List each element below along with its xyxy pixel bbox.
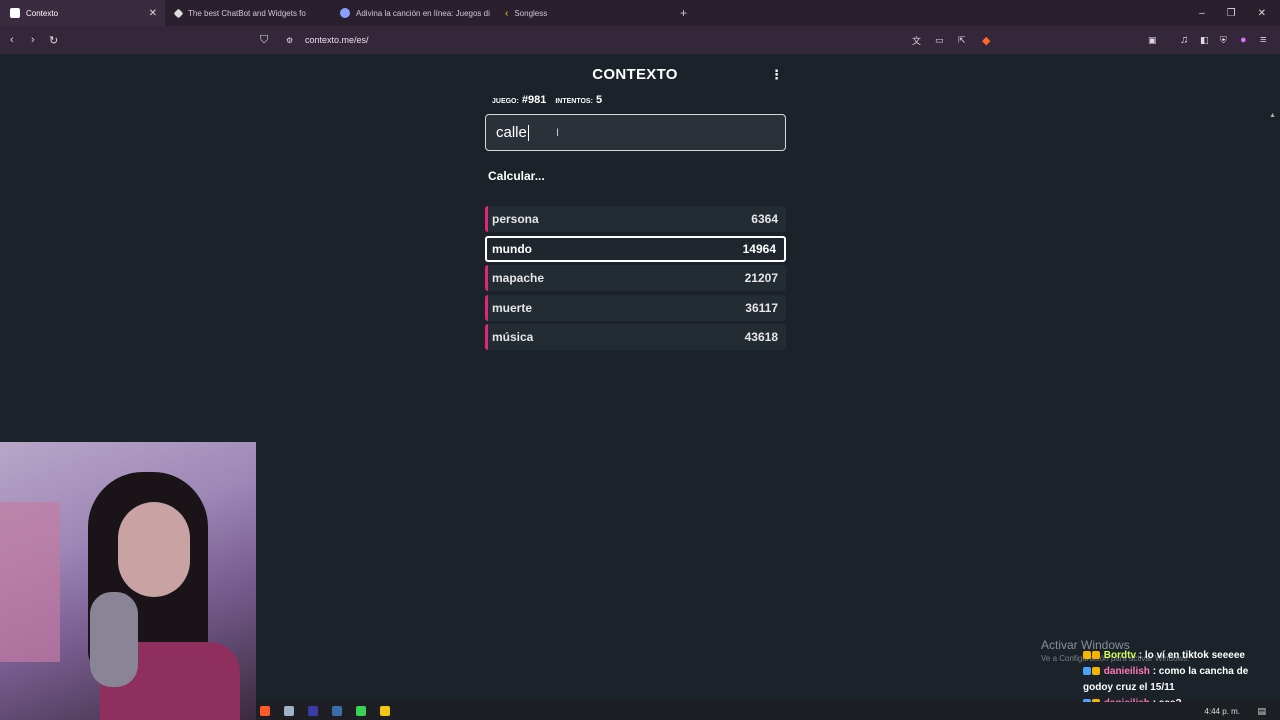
game-number: #981	[521, 94, 547, 106]
guess-word: música	[492, 330, 534, 344]
bookmark-icon[interactable]: ⛉	[260, 34, 268, 47]
new-tab-button[interactable]: +	[680, 6, 687, 20]
reader-icon[interactable]: ▭	[935, 35, 944, 46]
chat-username: Bordtv	[1103, 650, 1137, 661]
contexto-favicon-icon	[10, 8, 20, 18]
sidebar-icon[interactable]: ◧	[1200, 35, 1209, 46]
webcam-person-face	[118, 502, 190, 597]
guess-rank: 21207	[744, 271, 778, 285]
tab-chatbot[interactable]: The best ChatBot and Widgets fo	[165, 0, 330, 26]
chat-text: : lo ví en tiktok seeeee	[1138, 650, 1245, 661]
guess-word: mapache	[492, 271, 545, 285]
badge-icon	[1083, 667, 1091, 676]
webcam-microphone	[90, 592, 138, 687]
chat-message: Bordtv : lo ví en tiktok seeeee	[1083, 648, 1273, 664]
guess-rank: 36117	[745, 300, 778, 315]
share-icon[interactable]: ⇱	[958, 35, 966, 46]
tab-label: Songless	[514, 8, 548, 18]
notes-taskbar-icon[interactable]	[380, 706, 390, 716]
vpn-icon[interactable]: ⛨	[1220, 35, 1227, 46]
attempts-label: INTENTOS:	[555, 98, 593, 105]
badge-icon	[1092, 651, 1100, 660]
guess-row: música 43618	[485, 324, 786, 350]
window-controls: – ❐ ✕	[1199, 0, 1280, 26]
guess-rank: 14964	[742, 241, 776, 256]
guess-list: persona 6364 mundo 14964 mapache 21207 m…	[485, 206, 786, 354]
attempts-count: 5	[595, 94, 603, 106]
tab-contexto[interactable]: Contexto ✕	[0, 0, 165, 26]
restore-button[interactable]: ❐	[1227, 8, 1236, 19]
guess-word: muerte	[492, 300, 533, 315]
menu-icon[interactable]: ≡	[1260, 34, 1266, 46]
close-window-button[interactable]: ✕	[1258, 8, 1266, 19]
game-label: JUEGO:	[492, 98, 519, 105]
address-bar[interactable]: contexto.me/es/	[305, 35, 369, 45]
media-icon[interactable]: ♫	[1180, 34, 1188, 46]
nav-bar: ‹ › ↻ ⛉ ⚙ contexto.me/es/ 文 ▭ ⇱ ◆ ▣ ♫ ◧ …	[0, 26, 1280, 54]
taskbar: 4:44 p. m. ▤	[256, 702, 1280, 720]
tab-adivina[interactable]: Adivina la canción en línea: Juegos di	[330, 0, 495, 26]
premiere-taskbar-icon[interactable]	[308, 706, 318, 716]
game-info: JUEGO: #981 INTENTOS: 5	[492, 94, 602, 106]
guess-rank: 6364	[751, 212, 778, 226]
guess-row: persona 6364	[485, 206, 786, 232]
status-text: Calcular...	[488, 169, 545, 183]
brave-shield-icon[interactable]: ◆	[982, 34, 990, 47]
tab-label: Contexto	[26, 8, 59, 18]
site-info-icon[interactable]: ⚙	[286, 36, 293, 45]
contexto-page: CONTEXTO ⋮ ▲ JUEGO: #981 INTENTOS: 5 cal…	[0, 54, 1280, 720]
app-taskbar-icon[interactable]	[284, 706, 294, 716]
leo-icon[interactable]: ●	[1240, 34, 1247, 46]
minimize-button[interactable]: –	[1199, 8, 1205, 19]
songless-favicon-icon: ‹	[505, 7, 509, 19]
tab-bar: Contexto ✕ The best ChatBot and Widgets …	[0, 0, 1280, 26]
brave-taskbar-icon[interactable]	[260, 706, 270, 716]
guess-row: muerte 36117	[485, 294, 786, 321]
back-icon[interactable]: ‹	[10, 34, 14, 46]
mouse-cursor-icon: I	[556, 127, 560, 139]
text-caret	[527, 124, 529, 141]
guess-input[interactable]: calle	[485, 114, 786, 151]
webcam-overlay	[0, 442, 256, 720]
chat-message: danieilish : como la cancha de godoy cru…	[1083, 664, 1273, 696]
badge-icon	[1083, 651, 1091, 660]
tab-label: Adivina la canción en línea: Juegos di	[356, 8, 490, 18]
scroll-up-icon[interactable]: ▲	[1269, 112, 1276, 119]
translate-icon[interactable]: 文	[912, 34, 921, 47]
adivina-favicon-icon	[340, 8, 350, 18]
guess-row-selected: mundo 14964	[485, 235, 786, 262]
guess-rank: 43618	[744, 330, 778, 344]
guess-input-value: calle	[496, 124, 527, 141]
steam-taskbar-icon[interactable]	[332, 706, 342, 716]
obs-taskbar-icon[interactable]	[356, 706, 366, 716]
chat-username: danieilish	[1103, 666, 1150, 677]
tab-songless[interactable]: ‹ Songless	[495, 0, 660, 26]
forward-icon[interactable]: ›	[31, 34, 35, 46]
close-tab-icon[interactable]: ✕	[149, 8, 157, 19]
reload-icon[interactable]: ↻	[49, 34, 58, 47]
wallet-icon[interactable]: ▣	[1148, 35, 1157, 46]
notifications-icon[interactable]: ▤	[1257, 706, 1266, 717]
chatbot-favicon-icon	[173, 8, 184, 18]
webcam-background-chair	[0, 502, 60, 662]
guess-word: persona	[492, 212, 539, 226]
page-title: CONTEXTO	[592, 66, 678, 83]
guess-row: mapache 21207	[485, 265, 786, 291]
tab-label: The best ChatBot and Widgets fo	[188, 8, 306, 18]
clock: 4:44 p. m.	[1204, 706, 1240, 716]
guess-word: mundo	[492, 241, 532, 256]
more-menu-icon[interactable]: ⋮	[770, 67, 783, 83]
badge-icon	[1092, 667, 1100, 676]
